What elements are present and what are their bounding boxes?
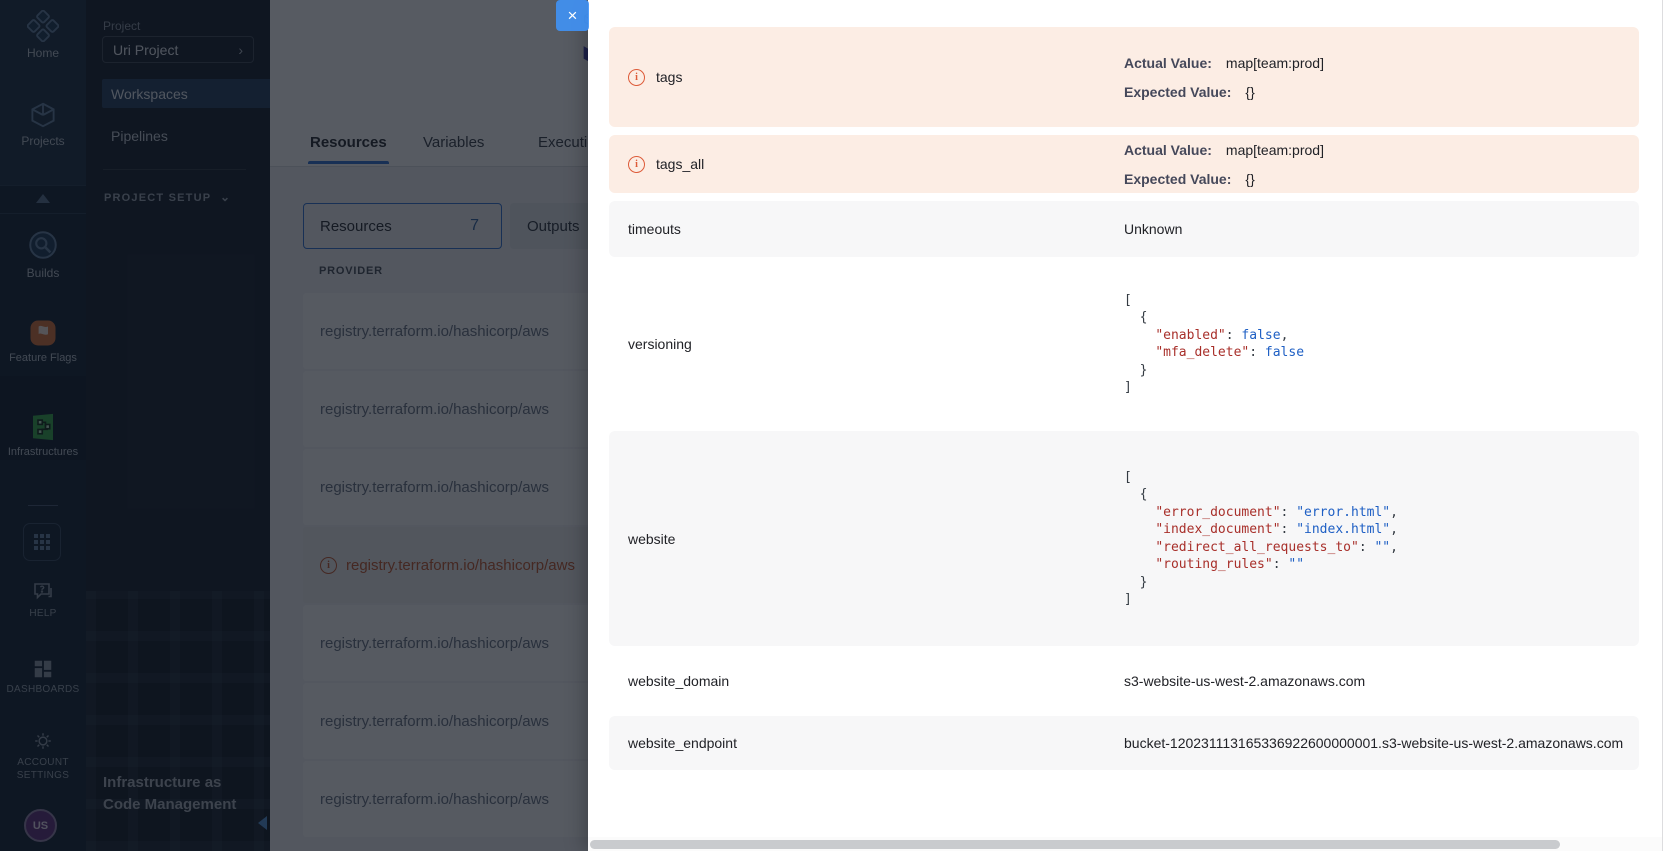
expected-value-line: Expected Value:{} <box>1124 171 1639 187</box>
attribute-rows: itagsActual Value:map[team:prod]Expected… <box>609 27 1639 770</box>
attribute-value-cell: Actual Value:map[team:prod] Expected Valu… <box>1124 135 1639 193</box>
actual-value-line: Actual Value:map[team:prod] <box>1124 55 1639 71</box>
attribute-name-cell: website <box>609 431 1124 646</box>
attribute-name-cell: website_domain <box>609 654 1124 708</box>
horizontal-scrollbar-thumb[interactable] <box>590 840 1560 849</box>
attribute-value-json: [ { "enabled": false, "mfa_delete": fals… <box>1124 292 1639 397</box>
attribute-value: bucket-120231113165336922600000001.s3-we… <box>1124 735 1639 751</box>
app-window: Home Projects Builds <box>0 0 1665 851</box>
attribute-row-tags_all: i tags_all Actual Value:map[team:prod] Expe… <box>609 135 1639 193</box>
attribute-value-cell: Actual Value:map[team:prod] Expected Valu… <box>1124 27 1639 127</box>
attribute-name: website_endpoint <box>628 735 737 751</box>
attribute-value: Unknown <box>1124 221 1639 237</box>
resource-drift-modal: × itagsActual Value:map[team:prod]Expect… <box>588 0 1665 851</box>
expected-value-line: Expected Value:{} <box>1124 84 1639 100</box>
attribute-value-json: [ { "error_document": "error.html", "ind… <box>1124 469 1639 609</box>
attribute-value-cell: s3-website-us-west-2.amazonaws.com <box>1124 654 1639 708</box>
attribute-name-cell: itags <box>609 27 1124 127</box>
actual-value-line: Actual Value:map[team:prod] <box>1124 142 1639 158</box>
drift-warning-icon: i <box>628 69 645 86</box>
attribute-name: tags <box>656 69 682 85</box>
attribute-row-timeouts: timeouts Unknown <box>609 201 1639 257</box>
attribute-name-cell: website_endpoint <box>609 716 1124 770</box>
attribute-name: website_domain <box>628 673 729 689</box>
attribute-name: website <box>628 531 675 547</box>
close-modal-button[interactable]: × <box>556 0 589 31</box>
attribute-value-cell: Unknown <box>1124 201 1639 257</box>
attribute-value-cell: [ { "error_document": "error.html", "ind… <box>1124 431 1639 646</box>
attribute-name-cell: timeouts <box>609 201 1124 257</box>
attribute-row-website_domain: website_domain s3-website-us-west-2.amazo… <box>609 654 1639 708</box>
horizontal-scrollbar-track[interactable] <box>588 837 1665 851</box>
attribute-name-cell: i tags_all <box>609 135 1124 193</box>
attribute-name: tags_all <box>656 156 704 172</box>
attribute-value-cell: [ { "enabled": false, "mfa_delete": fals… <box>1124 265 1639 423</box>
drift-warning-icon: i <box>628 156 645 173</box>
attribute-name: versioning <box>628 336 692 352</box>
attribute-row-tags: itagsActual Value:map[team:prod]Expected… <box>609 27 1639 127</box>
attribute-name: timeouts <box>628 221 681 237</box>
attribute-value-cell: bucket-120231113165336922600000001.s3-we… <box>1124 716 1639 770</box>
attribute-row-website: website [ { "error_document": "error.html… <box>609 431 1639 646</box>
attribute-name-cell: versioning <box>609 265 1124 423</box>
attribute-row-website_endpoint: website_endpoint bucket-12023111316533692… <box>609 716 1639 770</box>
attribute-row-versioning: versioning [ { "enabled": false, "mfa_del… <box>609 265 1639 423</box>
close-icon: × <box>568 6 578 26</box>
attribute-value: s3-website-us-west-2.amazonaws.com <box>1124 673 1639 689</box>
